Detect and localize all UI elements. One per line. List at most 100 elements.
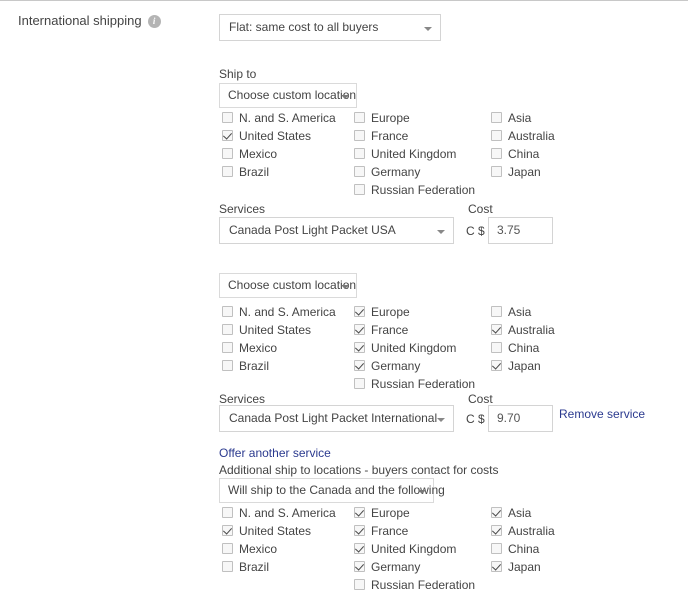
checkbox-china[interactable] <box>491 148 502 159</box>
checkbox-row[interactable]: Russian Federation <box>354 578 475 594</box>
checkbox-brazil[interactable] <box>222 561 233 572</box>
checkbox-row[interactable]: United Kingdom <box>354 147 456 163</box>
cost-input-2[interactable]: 9.70 <box>488 405 553 432</box>
checkbox-mexico[interactable] <box>222 148 233 159</box>
checkbox-russian-federation[interactable] <box>354 378 365 389</box>
checkbox-united-states[interactable] <box>222 525 233 536</box>
checkbox-united-states[interactable] <box>222 324 233 335</box>
checkbox-row[interactable]: Australia <box>491 323 555 339</box>
checkbox-row[interactable]: Russian Federation <box>354 377 475 393</box>
checkbox-australia[interactable] <box>491 130 502 141</box>
checkbox-france[interactable] <box>354 525 365 536</box>
checkbox-russian-federation[interactable] <box>354 579 365 590</box>
checkbox-united-kingdom[interactable] <box>354 148 365 159</box>
checkbox-asia[interactable] <box>491 306 502 317</box>
choose-location-button-1[interactable]: Choose custom location <box>219 83 357 108</box>
checkbox-row[interactable]: Europe <box>354 111 410 127</box>
checkbox-europe[interactable] <box>354 306 365 317</box>
checkbox-row[interactable]: Germany <box>354 359 420 375</box>
checkbox-row[interactable]: Mexico <box>222 147 277 163</box>
remove-service-link[interactable]: Remove service <box>559 407 645 421</box>
checkbox-australia[interactable] <box>491 525 502 536</box>
checkbox-germany[interactable] <box>354 561 365 572</box>
checkbox-row[interactable]: Asia <box>491 506 531 522</box>
checkbox-china[interactable] <box>491 342 502 353</box>
shipping-type-select[interactable]: Flat: same cost to all buyers <box>219 14 441 41</box>
checkbox-united-kingdom[interactable] <box>354 543 365 554</box>
checkbox-row[interactable]: France <box>354 524 408 540</box>
checkbox-row[interactable]: France <box>354 129 408 145</box>
checkbox-label: China <box>508 341 540 355</box>
cost-input-1[interactable]: 3.75 <box>488 217 553 244</box>
checkbox-row[interactable]: N. and S. America <box>222 506 336 522</box>
checkbox-australia[interactable] <box>491 324 502 335</box>
checkbox-row[interactable]: N. and S. America <box>222 111 336 127</box>
checkbox-label: Asia <box>508 506 532 520</box>
checkbox-row[interactable]: Japan <box>491 359 541 375</box>
checkbox-row[interactable]: Russian Federation <box>354 183 475 199</box>
offer-another-service-link[interactable]: Offer another service <box>219 446 331 460</box>
checkbox-n-and-s-america[interactable] <box>222 507 233 518</box>
checkbox-label: China <box>508 542 540 556</box>
checkbox-row[interactable]: China <box>491 542 539 558</box>
checkbox-row[interactable]: Japan <box>491 165 541 181</box>
checkbox-row[interactable]: Mexico <box>222 341 277 357</box>
checkbox-row[interactable]: Brazil <box>222 560 269 576</box>
cost-label-2: Cost <box>468 392 493 406</box>
checkbox-row[interactable]: United States <box>222 524 311 540</box>
will-ship-select[interactable]: Will ship to the Canada and the followin… <box>219 478 445 503</box>
checkbox-n-and-s-america[interactable] <box>222 112 233 123</box>
checkbox-asia[interactable] <box>491 507 502 518</box>
checkbox-row[interactable]: Australia <box>491 129 555 145</box>
info-icon[interactable]: i <box>147 15 161 28</box>
checkbox-row[interactable]: N. and S. America <box>222 305 336 321</box>
checkbox-row[interactable]: Asia <box>491 305 531 321</box>
checkbox-france[interactable] <box>354 324 365 335</box>
checkbox-row[interactable]: United States <box>222 129 311 145</box>
service-select-2[interactable]: Canada Post Light Packet International <box>219 405 454 432</box>
checkbox-n-and-s-america[interactable] <box>222 306 233 317</box>
checkbox-france[interactable] <box>354 130 365 141</box>
checkbox-russian-federation[interactable] <box>354 184 365 195</box>
checkbox-label: Russian Federation <box>371 578 476 592</box>
checkbox-row[interactable]: China <box>491 147 539 163</box>
checkbox-row[interactable]: United Kingdom <box>354 542 456 558</box>
checkbox-europe[interactable] <box>354 507 365 518</box>
checkbox-row[interactable]: Asia <box>491 111 531 127</box>
checkbox-mexico[interactable] <box>222 543 233 554</box>
checkbox-germany[interactable] <box>354 166 365 177</box>
checkbox-row[interactable]: France <box>354 323 408 339</box>
checkbox-brazil[interactable] <box>222 166 233 177</box>
checkbox-row[interactable]: Germany <box>354 165 420 181</box>
checkbox-row[interactable]: Brazil <box>222 165 269 181</box>
checkbox-row[interactable]: Europe <box>354 506 410 522</box>
checkbox-china[interactable] <box>491 543 502 554</box>
checkbox-asia[interactable] <box>491 112 502 123</box>
checkbox-row[interactable]: China <box>491 341 539 357</box>
checkbox-mexico[interactable] <box>222 342 233 353</box>
checkbox-label: United States <box>239 129 312 143</box>
checkbox-europe[interactable] <box>354 112 365 123</box>
checkbox-label: Mexico <box>239 542 278 556</box>
checkbox-united-kingdom[interactable] <box>354 342 365 353</box>
international-shipping-panel: International shipping i Flat: same cost … <box>0 0 688 613</box>
checkbox-label: N. and S. America <box>239 506 336 520</box>
checkbox-row[interactable]: United States <box>222 323 311 339</box>
checkbox-japan[interactable] <box>491 166 502 177</box>
checkbox-japan[interactable] <box>491 561 502 572</box>
checkbox-japan[interactable] <box>491 360 502 371</box>
checkbox-row[interactable]: Mexico <box>222 542 277 558</box>
checkbox-row[interactable]: Brazil <box>222 359 269 375</box>
checkbox-row[interactable]: Europe <box>354 305 410 321</box>
checkbox-label: Australia <box>508 323 555 337</box>
checkbox-label: Germany <box>371 165 421 179</box>
checkbox-row[interactable]: Germany <box>354 560 420 576</box>
checkbox-brazil[interactable] <box>222 360 233 371</box>
checkbox-row[interactable]: Australia <box>491 524 555 540</box>
checkbox-germany[interactable] <box>354 360 365 371</box>
checkbox-row[interactable]: United Kingdom <box>354 341 456 357</box>
checkbox-row[interactable]: Japan <box>491 560 541 576</box>
checkbox-united-states[interactable] <box>222 130 233 141</box>
choose-location-button-2[interactable]: Choose custom location <box>219 273 357 298</box>
service-select-1[interactable]: Canada Post Light Packet USA <box>219 217 454 244</box>
